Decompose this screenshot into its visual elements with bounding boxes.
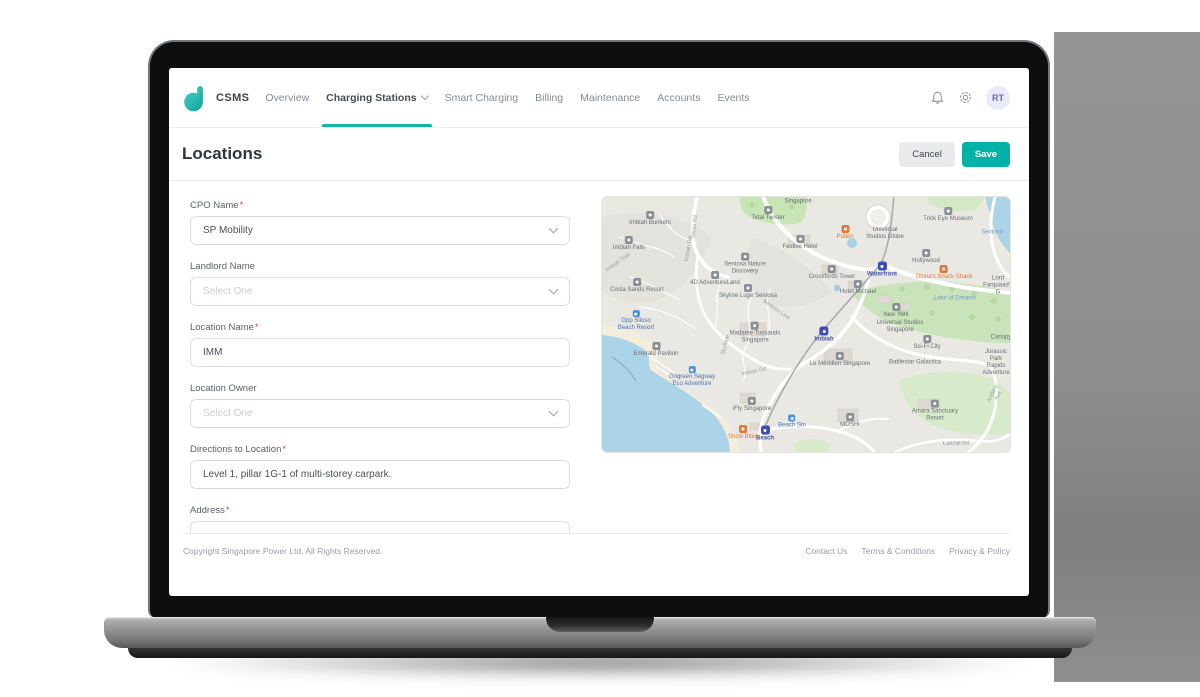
directions-to-location-input[interactable]: Level 1, pillar 1G-1 of multi-storey car… [190, 460, 570, 489]
field-label-text: CPO Name [190, 200, 239, 211]
nav-item-overview[interactable]: Overview [265, 68, 309, 127]
laptop-base-notch [546, 617, 654, 632]
field-label-text: Address [190, 505, 225, 516]
field-directions-to-location: Directions to Location* Level 1, pillar 1… [190, 444, 570, 489]
required-asterisk: * [240, 200, 244, 211]
nav-item-maintenance[interactable]: Maintenance [580, 68, 640, 127]
brand-logo-icon [182, 84, 208, 112]
nav-item-smart-charging[interactable]: Smart Charging [445, 68, 519, 127]
required-asterisk: * [226, 505, 230, 516]
chevron-down-icon [549, 224, 559, 234]
nav-items: Overview Charging Stations Smart Charging B… [265, 68, 749, 127]
backdrop-panel [1054, 32, 1200, 682]
page-title: Locations [182, 144, 262, 164]
brand[interactable]: CSMS [182, 84, 249, 112]
user-avatar[interactable]: RT [986, 86, 1010, 110]
required-asterisk: * [255, 322, 259, 333]
nav-item-label: Billing [535, 92, 563, 104]
top-nav: CSMS Overview Charging Stations Smart Char… [169, 68, 1029, 128]
location-name-input[interactable]: IMM [190, 338, 570, 367]
nav-item-accounts[interactable]: Accounts [657, 68, 700, 127]
field-label-text: Directions to Location [190, 444, 281, 455]
footer-link-privacy-policy[interactable]: Privacy & Policy [949, 546, 1010, 556]
nav-item-label: Smart Charging [445, 92, 519, 104]
map[interactable]: SingaporeImbiah BunkersImbiah FallsImbia… [602, 197, 1010, 452]
laptop-mockup: CSMS Overview Charging Stations Smart Char… [0, 0, 1200, 697]
location-form: CPO Name*SP MobilityLandlord NameSelect … [190, 200, 570, 533]
csms-app: CSMS Overview Charging Stations Smart Char… [169, 68, 1029, 596]
settings-gear-icon[interactable] [958, 90, 973, 105]
header-actions: Cancel Save [899, 142, 1010, 167]
field-label: CPO Name* [190, 200, 570, 211]
laptop-screen: CSMS Overview Charging Stations Smart Char… [169, 68, 1029, 596]
nav-item-label: Overview [265, 92, 309, 104]
map-canvas [602, 197, 1010, 452]
chevron-down-icon [549, 407, 559, 417]
landlord-name-select[interactable]: Select One [190, 277, 570, 306]
nav-item-label: Charging Stations [326, 92, 416, 104]
footer-link-terms-conditions[interactable]: Terms & Conditions [861, 546, 935, 556]
field-value: Level 1, pillar 1G-1 of multi-storey car… [203, 469, 391, 480]
cpo-name-select[interactable]: SP Mobility [190, 216, 570, 245]
field-address: Address* [190, 505, 570, 533]
field-landlord-name: Landlord Name Select One [190, 261, 570, 306]
nav-item-label: Maintenance [580, 92, 640, 104]
nav-item-charging-stations[interactable]: Charging Stations [326, 68, 427, 127]
chevron-down-icon [549, 285, 559, 295]
laptop-lid: CSMS Overview Charging Stations Smart Char… [148, 40, 1050, 618]
footer-link-contact-us[interactable]: Contact Us [805, 546, 847, 556]
address-input[interactable] [190, 521, 570, 533]
field-label: Location Owner [190, 383, 570, 394]
field-location-owner: Location Owner Select One [190, 383, 570, 428]
field-label-text: Location Owner [190, 383, 257, 394]
field-label: Location Name* [190, 322, 570, 333]
footer-links: Contact Us Terms & Conditions Privacy & Po… [805, 546, 1010, 556]
nav-item-billing[interactable]: Billing [535, 68, 563, 127]
field-value: Select One [203, 286, 252, 297]
laptop-base [104, 617, 1096, 648]
page-header: Locations Cancel Save [169, 128, 1029, 181]
brand-name: CSMS [216, 92, 249, 104]
chevron-down-icon [420, 92, 428, 100]
footer-divider [183, 533, 1010, 534]
field-cpo-name: CPO Name* SP Mobility [190, 200, 570, 245]
field-label: Directions to Location* [190, 444, 570, 455]
footer: Copyright Singapore Power Ltd. All Right… [183, 546, 1010, 556]
field-value: SP Mobility [203, 225, 253, 236]
field-label-text: Landlord Name [190, 261, 255, 272]
cancel-button[interactable]: Cancel [899, 142, 955, 167]
field-value: Select One [203, 408, 252, 419]
laptop-base-underside [128, 648, 1072, 658]
field-value: IMM [203, 347, 222, 358]
nav-item-label: Events [717, 92, 749, 104]
nav-item-label: Accounts [657, 92, 700, 104]
required-asterisk: * [282, 444, 286, 455]
field-label: Address* [190, 505, 570, 516]
save-button[interactable]: Save [962, 142, 1010, 167]
field-label-text: Location Name [190, 322, 254, 333]
copyright-text: Copyright Singapore Power Ltd. All Right… [183, 546, 382, 556]
field-label: Landlord Name [190, 261, 570, 272]
nav-item-events[interactable]: Events [717, 68, 749, 127]
field-location-name: Location Name* IMM [190, 322, 570, 367]
nav-right: RT [930, 86, 1010, 110]
location-owner-select[interactable]: Select One [190, 399, 570, 428]
notifications-bell-icon[interactable] [930, 90, 945, 105]
